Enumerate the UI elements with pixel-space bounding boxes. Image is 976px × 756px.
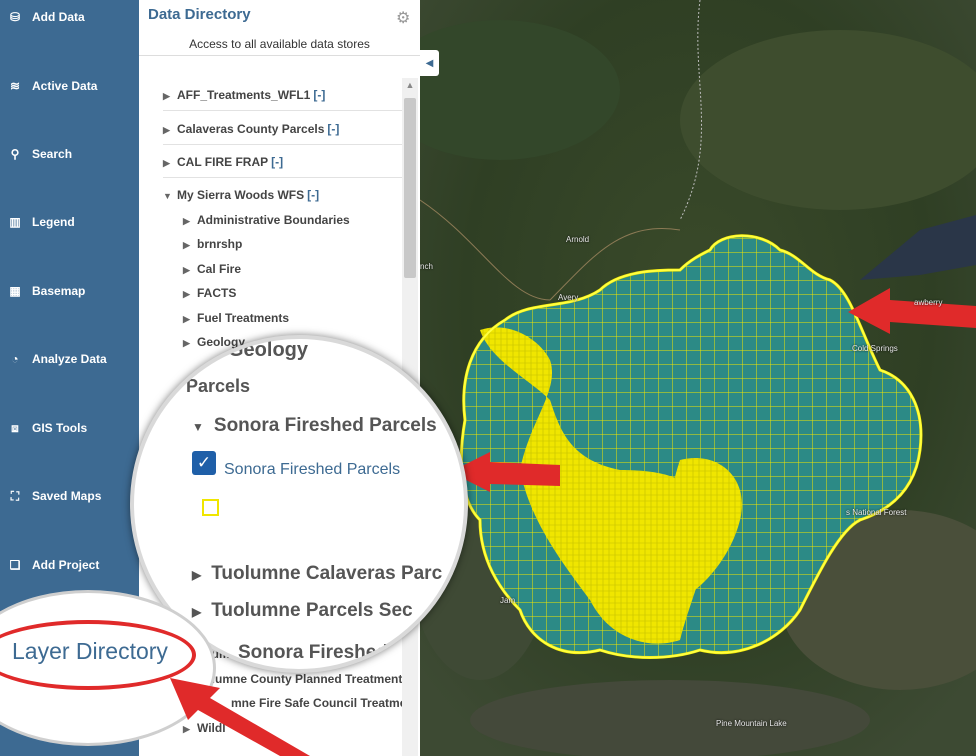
chevron-right-icon: ▶ bbox=[163, 125, 170, 135]
nav-item-label: Saved Maps bbox=[32, 489, 102, 503]
map-view[interactable]: Arnold Avery nch awberry Cold Springs Pi… bbox=[420, 0, 976, 756]
chevron-right-icon: ▶ bbox=[183, 338, 190, 348]
store-aff-treatments[interactable]: ▶ AFF_Treatments_WFL1 [-] bbox=[163, 88, 325, 102]
saved-maps-icon: ⛶ bbox=[10, 488, 20, 503]
nav-item-label: Search bbox=[32, 147, 73, 161]
map-label-nch: nch bbox=[420, 262, 433, 271]
nav-saved-maps[interactable]: ⛶ Saved Maps bbox=[0, 476, 139, 516]
legend-swatch bbox=[202, 499, 219, 516]
nav-item-label: Active Data bbox=[32, 79, 98, 93]
nav-search[interactable]: ⚲ Search bbox=[0, 134, 139, 174]
panel-title: Data Directory bbox=[148, 6, 251, 23]
nav-active-data[interactable]: ≋ Active Data bbox=[0, 66, 139, 106]
tree-item-label: Administrative Boundaries bbox=[197, 213, 350, 227]
mag-group-label: Sonora Fireshed Parcels bbox=[213, 415, 437, 436]
store-cal-fire-frap[interactable]: ▶ CAL FIRE FRAP [-] bbox=[163, 155, 283, 169]
nav-analyze-data[interactable]: ◔ Analyze Data bbox=[0, 339, 139, 379]
mag-parcels: Parcels bbox=[186, 376, 251, 396]
chevron-right-icon: ▶ bbox=[192, 568, 202, 582]
tree-item-label: brnrshp bbox=[197, 237, 243, 251]
nav-add-project[interactable]: ❏ Add Project bbox=[0, 545, 139, 585]
chevron-right-icon: ▶ bbox=[183, 289, 190, 299]
tree-item-label: Cal Fire bbox=[197, 262, 242, 276]
map-label-national-forest: s National Forest bbox=[846, 508, 907, 517]
chevron-right-icon: ▶ bbox=[163, 158, 170, 168]
mag-sonora-fireshed-ma[interactable]: Sonora Fireshed Ma bbox=[238, 642, 420, 664]
nav-legend[interactable]: ▥ Legend bbox=[0, 202, 139, 242]
tree-item-fuel-treatments[interactable]: ▶ Fuel Treatments bbox=[183, 311, 289, 325]
mag-item-label: Tuolumne Parcels Sec bbox=[211, 600, 413, 621]
pie-chart-icon: ◔ bbox=[11, 352, 19, 366]
chevron-down-icon: ▼ bbox=[192, 420, 204, 434]
map-label-arnold: Arnold bbox=[566, 235, 590, 244]
nav-item-label: Legend bbox=[32, 215, 75, 229]
tree-item-administrative-boundaries[interactable]: ▶ Administrative Boundaries bbox=[183, 213, 350, 227]
map-label-cold-springs: Cold Springs bbox=[852, 344, 898, 353]
chevron-right-icon: ▶ bbox=[183, 314, 190, 324]
store-my-sierra-woods[interactable]: ▼ My Sierra Woods WFS [-] bbox=[163, 188, 319, 202]
add-project-icon: ❏ bbox=[9, 558, 21, 572]
nav-item-label: GIS Tools bbox=[32, 421, 88, 435]
layer-visibility-checkbox[interactable]: ✓ bbox=[192, 451, 216, 475]
mag-layer-sonora[interactable]: Sonora Fireshed Parcels bbox=[224, 461, 400, 479]
panel-subtitle: Access to all available data stores bbox=[139, 33, 420, 56]
mag-tuolumne-calaveras[interactable]: ▶ Tuolumne Calaveras Parc bbox=[192, 563, 442, 585]
mag-item-label: Tuolumne Calaveras Parc bbox=[211, 563, 443, 584]
map-icon: ▥ bbox=[9, 215, 21, 229]
store-label: CAL FIRE FRAP bbox=[177, 155, 269, 169]
add-data-icon: ⛁ bbox=[9, 10, 21, 24]
map-label-jam: Jam bbox=[500, 596, 516, 605]
tree-item-cal-fire[interactable]: ▶ Cal Fire bbox=[183, 262, 241, 276]
nav-gis-tools[interactable]: ⧈ GIS Tools bbox=[0, 408, 139, 448]
tree-item-label: Fuel Treatments bbox=[197, 311, 290, 325]
collapse-panel-button[interactable]: ◀ bbox=[420, 50, 439, 76]
map-label-avery: Avery bbox=[558, 293, 579, 302]
layers-icon: ≋ bbox=[9, 79, 21, 93]
tree-item-brnrshp[interactable]: ▶ brnrshp bbox=[183, 237, 242, 251]
nav-basemap[interactable]: ▦ Basemap bbox=[0, 271, 139, 311]
chevron-left-icon: ◀ bbox=[425, 57, 434, 69]
store-label: AFF_Treatments_WFL1 bbox=[177, 88, 311, 102]
store-label: Calaveras County Parcels bbox=[177, 122, 325, 136]
chevron-right-icon: ▶ bbox=[192, 605, 202, 619]
nav-item-label: Add Data bbox=[32, 10, 85, 24]
chevron-right-icon: ▶ bbox=[183, 216, 190, 226]
grid-icon: ▦ bbox=[9, 284, 21, 298]
collapse-toggle[interactable]: [-] bbox=[271, 155, 283, 169]
nav-item-label: Analyze Data bbox=[32, 352, 107, 366]
map-label-strawberry: awberry bbox=[914, 298, 943, 307]
chevron-right-icon: ▶ bbox=[183, 265, 190, 275]
scroll-up-arrow-icon[interactable]: ▲ bbox=[402, 80, 418, 94]
mag-group-sonora[interactable]: ▼ Sonora Fireshed Parcels bbox=[192, 415, 437, 437]
layer-directory-arrow-annotation bbox=[170, 678, 310, 756]
scroll-thumb[interactable] bbox=[404, 98, 416, 278]
collapse-toggle[interactable]: [-] bbox=[327, 122, 339, 136]
nav-item-label: Add Project bbox=[32, 558, 100, 572]
chevron-right-icon: ▶ bbox=[163, 91, 170, 101]
collapse-toggle[interactable]: [-] bbox=[313, 88, 325, 102]
search-icon: ⚲ bbox=[10, 147, 20, 161]
tree-item-facts[interactable]: ▶ FACTS bbox=[183, 286, 236, 300]
nav-add-data[interactable]: ⛁ Add Data bbox=[0, 0, 139, 37]
toolbox-icon: ⧈ bbox=[11, 420, 19, 435]
tree-item-label: FACTS bbox=[197, 286, 237, 300]
store-calaveras-parcels[interactable]: ▶ Calaveras County Parcels [-] bbox=[163, 122, 339, 136]
map-label-pine-mountain-lake: Pine Mountain Lake bbox=[716, 719, 787, 728]
gear-icon[interactable]: ⚙ bbox=[396, 8, 410, 28]
mag-geology: Geology bbox=[228, 339, 309, 361]
panel-subtitle-text: Access to all available data stores bbox=[189, 37, 370, 51]
chevron-down-icon: ▼ bbox=[163, 191, 172, 201]
mag-tuolumne-parcels[interactable]: ▶ Tuolumne Parcels Sec bbox=[192, 600, 413, 622]
chevron-right-icon: ▶ bbox=[183, 240, 190, 250]
nav-item-label: Basemap bbox=[32, 284, 86, 298]
store-label: My Sierra Woods WFS bbox=[177, 188, 305, 202]
satellite-basemap bbox=[420, 0, 976, 756]
layer-directory-button[interactable]: Layer Directory bbox=[12, 638, 168, 665]
collapse-toggle[interactable]: [-] bbox=[307, 188, 319, 202]
